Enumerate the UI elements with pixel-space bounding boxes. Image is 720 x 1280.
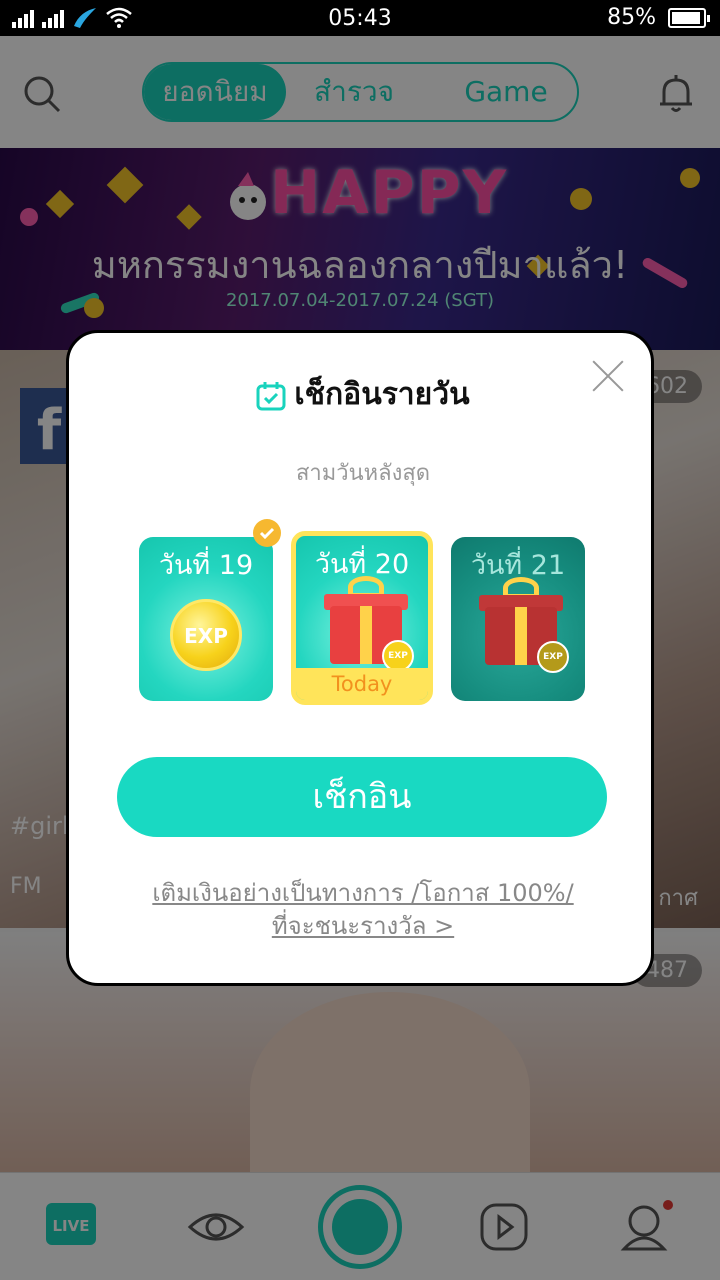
dialog-title: เช็กอินรายวัน [69,371,657,418]
day-card-20[interactable]: วันที่ 20 EXP Today [291,531,433,705]
dialog-title-text: เช็กอินรายวัน [294,377,470,412]
today-label: Today [296,668,428,700]
day-card-21: วันที่ 21 EXP [451,537,585,701]
topup-link-line1: เติมเงินอย่างเป็นทางการ /โอกาส 100%/ [152,879,574,907]
checkin-button[interactable]: เช็กอิน [117,757,607,837]
topup-link-line2: ที่จะชนะรางวัล > [271,912,455,940]
exp-badge-icon: EXP [537,641,569,673]
app-screen: 05:43 85% ยอดนิยม สำรวจ Game HAPPY มหกรร… [0,0,720,1280]
status-bar: 05:43 85% [0,0,720,36]
daily-checkin-dialog: เช็กอินรายวัน สามวันหลังสุด วันที่ 19 EX… [66,330,654,986]
battery-percent: 85% [607,5,656,30]
battery-icon [668,7,710,28]
calendar-check-icon [256,381,286,410]
day-card-19: วันที่ 19 EXP [139,537,273,701]
day-label: วันที่ 19 [158,550,254,581]
checkmark-icon [253,519,281,547]
dialog-subtitle: สามวันหลังสุด [295,461,431,486]
exp-coin-icon: EXP [170,599,242,671]
topup-link[interactable]: เติมเงินอย่างเป็นทางการ /โอกาส 100%/ ที่… [69,877,657,943]
